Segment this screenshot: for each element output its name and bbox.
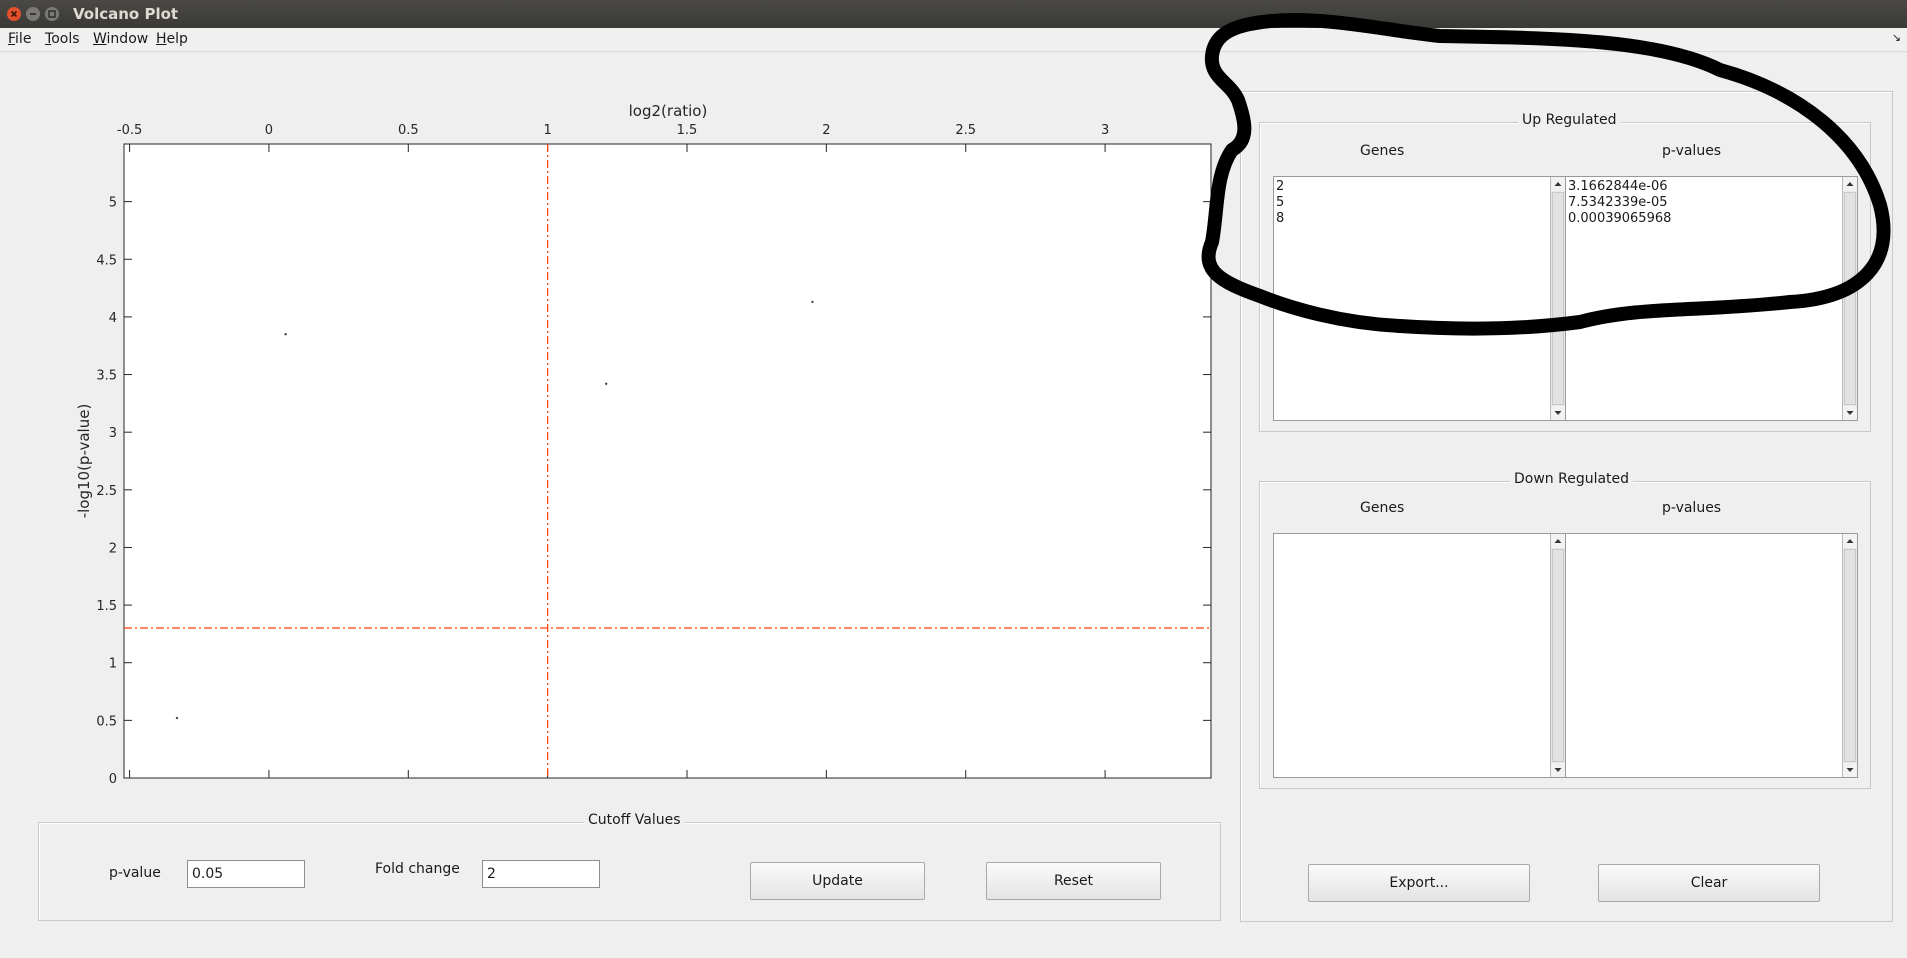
clear-button[interactable]: Clear [1598,864,1820,902]
up-pvalues-list[interactable]: 3.1662844e-06 7.5342339e-05 0.00039065968 [1565,176,1858,421]
scroll-down-icon[interactable] [1843,763,1857,777]
x-tick-label: 0.5 [398,123,419,138]
y-tick-label: 0 [109,772,117,787]
menu-bar: File Tools Window Help ↘ [0,28,1907,52]
data-point [284,333,287,336]
y-tick-label: 2.5 [96,484,117,499]
window-titlebar: Volcano Plot [0,0,1907,28]
menu-help-mnemonic: H [156,31,167,47]
x-axis-label: log2(ratio) [629,102,708,120]
export-button[interactable]: Export... [1308,864,1530,902]
menu-window-mnemonic: W [93,31,107,47]
up-pvalues-items: 3.1662844e-06 7.5342339e-05 0.00039065968 [1566,177,1857,227]
down-genes-list[interactable] [1273,533,1566,778]
maximize-window-icon[interactable] [45,7,59,21]
y-tick-label: 4 [109,311,117,326]
scrollbar-track[interactable] [1552,549,1564,762]
down-regulated-panel: Down Regulated Genes p-values [1259,471,1871,789]
up-genes-list[interactable]: 258 [1273,176,1566,421]
pvalue-list-item[interactable]: 7.5342339e-05 [1566,195,1857,211]
fold-change-label: Fold change [375,861,460,877]
scroll-up-icon[interactable] [1551,177,1565,191]
menu-help-label: elp [166,31,188,47]
plot-area [123,143,1212,779]
cutoff-values-panel: Cutoff Values p-value Fold change Update… [38,812,1221,921]
x-tick-label: -0.5 [117,123,142,138]
menu-file-mnemonic: F [8,31,16,47]
scroll-up-icon[interactable] [1551,534,1565,548]
gene-list-item[interactable]: 8 [1274,211,1565,227]
menu-window[interactable]: Window [93,31,148,47]
gene-list-item[interactable]: 5 [1274,195,1565,211]
y-tick-label: 2 [109,541,117,556]
up-regulated-panel: Up Regulated Genes p-values 258 3.166284… [1259,112,1871,432]
down-pvalues-header: p-values [1662,500,1722,516]
data-point [175,716,179,720]
menu-help[interactable]: Help [156,31,188,47]
reset-button[interactable]: Reset [986,862,1161,900]
x-tick-label: 1 [544,123,552,138]
up-genes-items: 258 [1274,177,1565,227]
menu-file-label: ile [15,31,32,47]
data-points [175,300,814,720]
x-tick-label: 2.5 [955,123,976,138]
x-tick-label: 3 [1101,123,1109,138]
scrollbar-track[interactable] [1844,192,1856,405]
up-genes-header: Genes [1360,143,1405,159]
scroll-down-icon[interactable] [1551,763,1565,777]
down-regulated-title: Down Regulated [1510,471,1634,487]
scrollbar-track[interactable] [1844,549,1856,762]
scroll-down-icon[interactable] [1843,406,1857,420]
menu-overflow-icon[interactable]: ↘ [1892,31,1901,44]
y-tick-label: 0.5 [96,714,117,729]
y-tick-label: 1.5 [96,599,117,614]
scroll-down-icon[interactable] [1551,406,1565,420]
scroll-up-icon[interactable] [1843,534,1857,548]
x-tick-label: 2 [822,123,830,138]
down-pvalues-scrollbar[interactable] [1842,534,1857,777]
data-point [811,300,814,304]
update-button[interactable]: Update [750,862,925,900]
data-point [604,382,608,385]
x-axis-ticks: -0.5 0 0.5 1 1.5 2 2.5 3 [117,123,1109,778]
up-pvalues-scrollbar[interactable] [1842,177,1857,420]
down-pvalues-list[interactable] [1565,533,1858,778]
fold-change-input[interactable] [482,860,600,888]
x-tick-label: 0 [265,123,273,138]
down-genes-scrollbar[interactable] [1550,534,1565,777]
menu-tools[interactable]: Tools [45,31,80,47]
scroll-up-icon[interactable] [1843,177,1857,191]
y-tick-label: 3 [109,426,117,441]
pvalue-list-item[interactable]: 0.00039065968 [1566,211,1857,227]
down-genes-header: Genes [1360,500,1405,516]
up-genes-scrollbar[interactable] [1550,177,1565,420]
pvalue-label: p-value [109,865,161,881]
y-axis-ticks: 0 0.5 1 1.5 2 2.5 3 3.5 4 4.5 5 [96,196,1211,787]
gene-list-item[interactable]: 2 [1274,179,1565,195]
x-tick-label: 1.5 [677,123,698,138]
pvalue-input[interactable] [187,860,305,888]
y-tick-label: 3.5 [96,369,117,384]
window-title: Volcano Plot [73,5,179,23]
y-axis-label: -log10(p-value) [75,404,93,519]
menu-file[interactable]: File [8,31,31,47]
menu-window-label: indow [106,31,149,47]
y-tick-label: 5 [109,196,117,211]
menu-tools-label: ools [51,31,80,47]
up-regulated-title: Up Regulated [1518,112,1621,128]
cutoff-values-title: Cutoff Values [584,812,685,828]
up-pvalues-header: p-values [1662,143,1722,159]
y-tick-label: 1 [109,657,117,672]
pvalue-list-item[interactable]: 3.1662844e-06 [1566,179,1857,195]
scrollbar-track[interactable] [1552,192,1564,405]
minimize-window-icon[interactable] [26,7,40,21]
close-window-icon[interactable] [7,7,21,21]
y-tick-label: 4.5 [96,253,117,268]
